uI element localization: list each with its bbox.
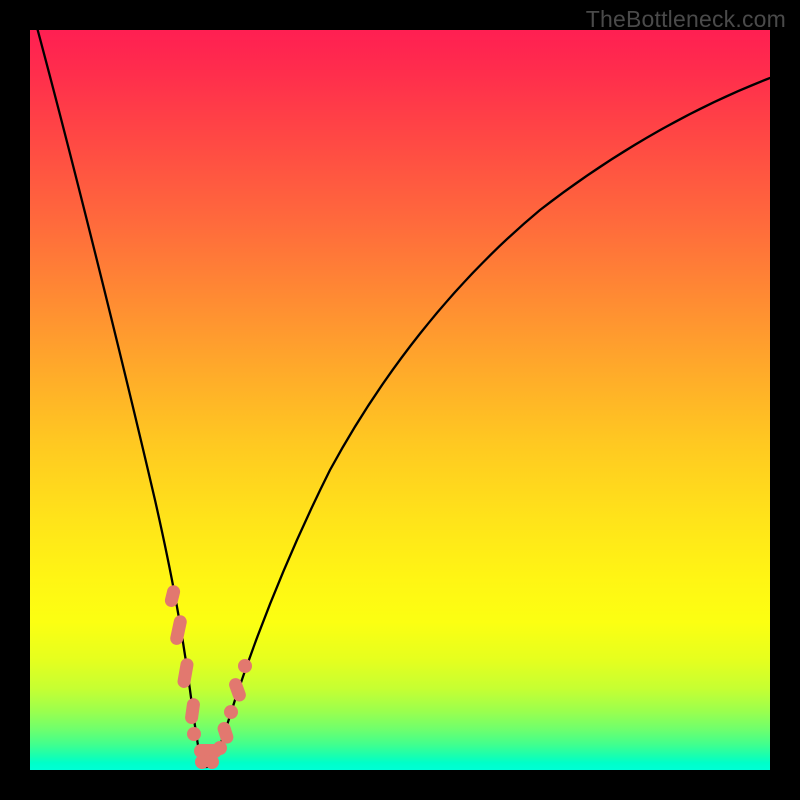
chart-frame: TheBottleneck.com (0, 0, 800, 800)
curve-layer (30, 30, 770, 770)
plot-area (30, 30, 770, 770)
bottleneck-curve (35, 30, 770, 767)
watermark-text: TheBottleneck.com (586, 6, 786, 33)
